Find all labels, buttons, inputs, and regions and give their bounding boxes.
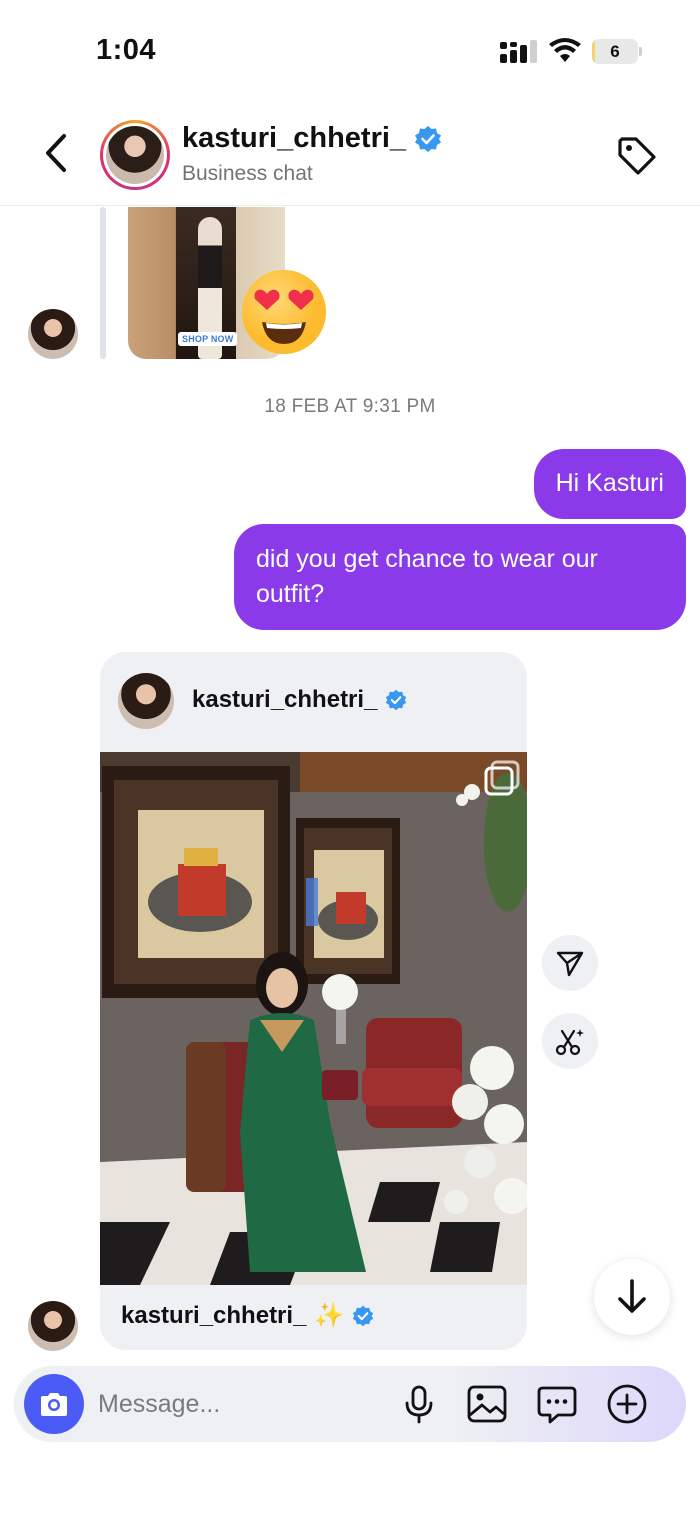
battery-level: 6 bbox=[610, 42, 620, 61]
status-bar: 1:04 6 bbox=[0, 0, 700, 100]
sticker-chat-icon[interactable] bbox=[536, 1383, 578, 1425]
cellular-signal-icon bbox=[500, 40, 537, 63]
outgoing-message[interactable]: did you get chance to wear our outfit? bbox=[234, 524, 686, 630]
send-icon bbox=[556, 951, 584, 977]
reply-indicator-bar bbox=[100, 207, 106, 359]
wifi-icon bbox=[549, 38, 581, 62]
verified-icon bbox=[353, 1305, 374, 1326]
camera-button[interactable] bbox=[24, 1374, 84, 1434]
caption-username: kasturi_chhetri_ bbox=[121, 1301, 307, 1329]
verified-icon bbox=[415, 125, 442, 152]
chevron-left-icon[interactable] bbox=[40, 130, 74, 176]
header-subtitle: Business chat bbox=[182, 162, 313, 185]
scroll-to-bottom-button[interactable] bbox=[594, 1259, 670, 1335]
camera-icon bbox=[41, 1393, 67, 1416]
shop-now-badge[interactable]: SHOP NOW bbox=[178, 332, 238, 346]
shared-post-image[interactable] bbox=[100, 752, 527, 1285]
message-timestamp: 18 FEB AT 9:31 PM bbox=[264, 396, 436, 417]
microphone-icon[interactable] bbox=[398, 1383, 440, 1425]
share-post-button[interactable] bbox=[542, 935, 598, 991]
post-photo-illustration bbox=[100, 752, 527, 1285]
gallery-icon[interactable] bbox=[466, 1383, 508, 1425]
heart-eyes-reaction-icon bbox=[242, 270, 326, 354]
header-avatar[interactable] bbox=[100, 120, 170, 190]
shared-post-card[interactable]: kasturi_chhetri_ kasturi_chhetri_ ✨ bbox=[100, 652, 527, 1350]
contact-avatar[interactable] bbox=[28, 1301, 78, 1351]
outgoing-message[interactable]: Hi Kasturi bbox=[533, 449, 686, 519]
header-title[interactable]: kasturi_chhetri_ bbox=[182, 122, 442, 155]
contact-avatar[interactable] bbox=[28, 309, 78, 359]
shared-post-caption[interactable]: kasturi_chhetri_ ✨ bbox=[100, 1285, 527, 1350]
header-username: kasturi_chhetri_ bbox=[182, 122, 407, 154]
battery-indicator: 6 bbox=[592, 39, 642, 64]
plus-circle-icon[interactable] bbox=[606, 1383, 648, 1425]
chat-header: kasturi_chhetri_ Business chat bbox=[0, 100, 700, 206]
magic-cut-icon bbox=[555, 1029, 584, 1056]
shared-post-header[interactable]: kasturi_chhetri_ bbox=[100, 652, 527, 752]
avatar bbox=[106, 126, 164, 184]
avatar bbox=[118, 673, 174, 729]
tag-icon[interactable] bbox=[614, 133, 660, 179]
shared-post-username: kasturi_chhetri_ bbox=[192, 686, 378, 713]
status-time: 1:04 bbox=[96, 34, 157, 66]
message-composer bbox=[14, 1366, 686, 1442]
sparkles-emoji: ✨ bbox=[314, 1302, 345, 1329]
verified-icon bbox=[386, 689, 407, 711]
arrow-down-icon bbox=[618, 1279, 646, 1313]
message-input[interactable] bbox=[98, 1384, 388, 1424]
magic-cut-button[interactable] bbox=[542, 1013, 598, 1069]
